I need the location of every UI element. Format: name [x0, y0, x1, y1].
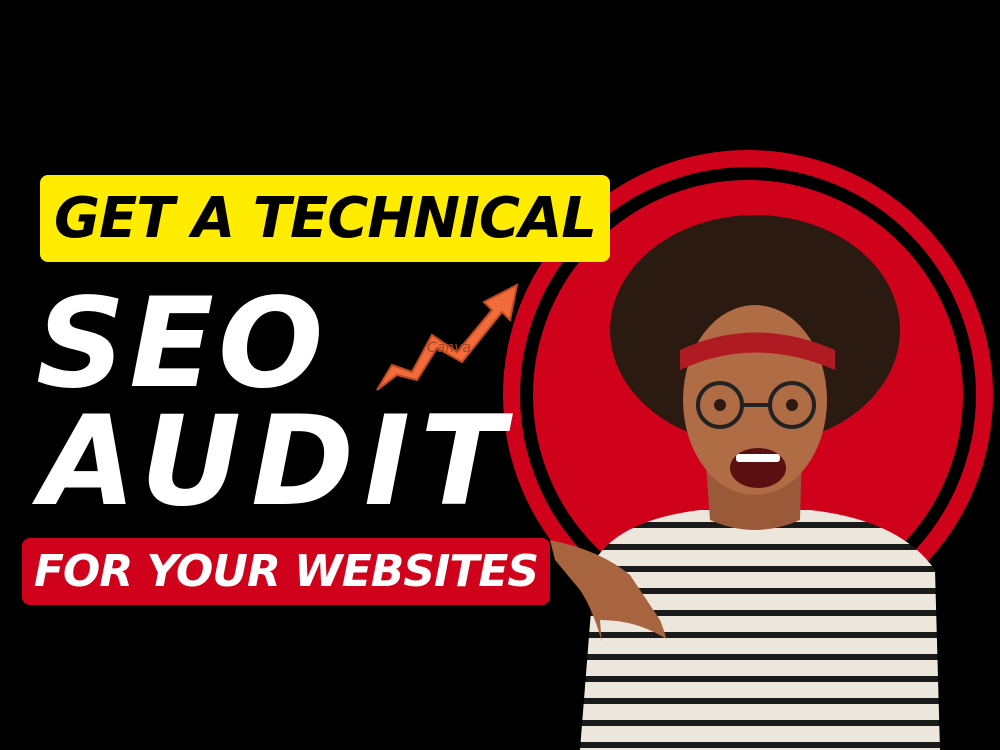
promo-banner: GET A TECHNICAL SEO Canva AUDIT FOR YOUR…	[0, 0, 1000, 750]
canva-watermark: Canva	[427, 340, 471, 356]
headline-audit: AUDIT	[40, 390, 515, 534]
top-banner-text: GET A TECHNICAL	[54, 186, 597, 251]
surprised-woman-photo	[550, 215, 940, 750]
headline-seo: SEO	[36, 272, 328, 416]
growth-arrow-icon: Canva	[376, 283, 519, 391]
bottom-banner-text: FOR YOUR WEBSITES	[33, 546, 539, 597]
top-banner: GET A TECHNICAL	[40, 175, 610, 262]
bottom-banner: FOR YOUR WEBSITES	[22, 538, 550, 605]
